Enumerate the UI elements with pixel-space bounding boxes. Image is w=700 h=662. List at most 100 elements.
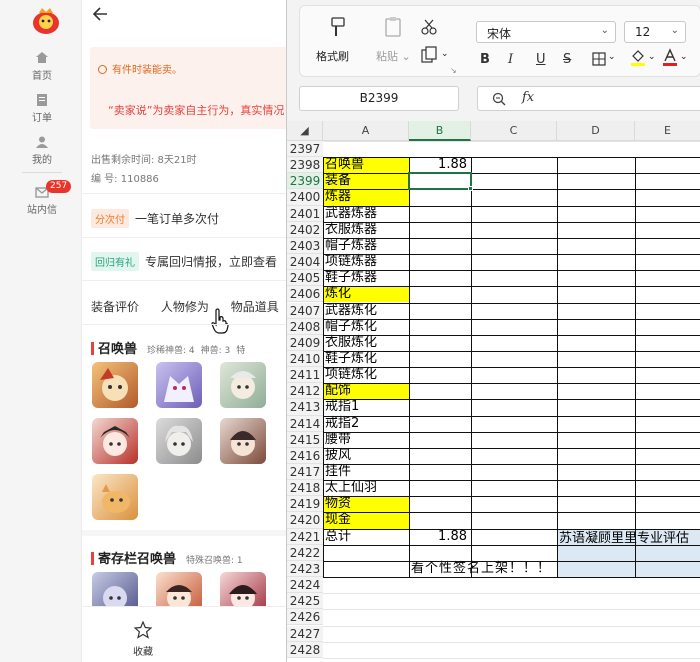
- row-header[interactable]: 2413: [287, 399, 323, 416]
- cell-a[interactable]: 项链炼器: [325, 254, 377, 270]
- cell-a[interactable]: 帽子炼化: [325, 319, 377, 335]
- row-header[interactable]: 2418: [287, 480, 323, 497]
- row-header[interactable]: 2414: [287, 415, 323, 432]
- name-box[interactable]: B2399: [299, 86, 459, 111]
- cell-a[interactable]: 炼化: [325, 286, 351, 302]
- cell-a[interactable]: 戒指2: [325, 416, 359, 432]
- pet-portrait[interactable]: [156, 362, 202, 408]
- font-name-select[interactable]: 宋体 ⌄: [476, 21, 616, 43]
- pet-portrait[interactable]: [220, 362, 266, 408]
- row-header[interactable]: 2399: [287, 173, 323, 190]
- row-header[interactable]: 2404: [287, 254, 323, 271]
- row-header[interactable]: 2402: [287, 221, 323, 238]
- cell-b[interactable]: 1.88: [409, 157, 467, 173]
- bold-button[interactable]: B: [480, 52, 490, 67]
- cell-a[interactable]: 衣服炼器: [325, 222, 377, 238]
- row-header[interactable]: 2408: [287, 318, 323, 335]
- pet-portrait[interactable]: [220, 418, 266, 464]
- cell-a[interactable]: 总计: [325, 529, 351, 545]
- row-header[interactable]: 2428: [287, 641, 323, 658]
- column-header-b[interactable]: B: [409, 121, 471, 141]
- star-icon[interactable]: [134, 621, 152, 639]
- cell-a[interactable]: 炼器: [325, 189, 351, 205]
- cell-a[interactable]: 衣服炼化: [325, 335, 377, 351]
- nav-orders[interactable]: 订单: [14, 94, 70, 124]
- cell-a[interactable]: 配饰: [325, 383, 351, 399]
- copy-icon[interactable]: [420, 46, 438, 64]
- row-header[interactable]: 2415: [287, 431, 323, 448]
- back-arrow-icon[interactable]: [92, 6, 108, 22]
- format-painter-icon[interactable]: [326, 16, 348, 38]
- select-all-corner[interactable]: ◢: [287, 121, 323, 141]
- tab-items[interactable]: 物品道具: [231, 300, 279, 314]
- strikethrough-button[interactable]: S: [563, 52, 571, 67]
- cell-a[interactable]: 挂件: [325, 464, 351, 480]
- italic-button[interactable]: I: [508, 52, 513, 67]
- pet-portrait[interactable]: [92, 362, 138, 408]
- sheet-grid[interactable]: ◢ A B C D E 2397 2398 召唤兽 1.88 2399 装备 2400 炼器 2401 武器炼…: [287, 121, 700, 662]
- column-header-d[interactable]: D: [557, 121, 635, 141]
- row-header[interactable]: 2424: [287, 577, 323, 594]
- row-header[interactable]: 2397: [287, 141, 323, 158]
- cell-a[interactable]: 帽子炼器: [325, 238, 377, 254]
- row-header[interactable]: 2426: [287, 609, 323, 626]
- row-header[interactable]: 2412: [287, 383, 323, 400]
- clipboard-expand-icon[interactable]: ↘: [450, 66, 457, 75]
- nav-home[interactable]: 首页: [14, 52, 70, 82]
- nav-mine[interactable]: 我的: [14, 136, 70, 166]
- pet-portrait[interactable]: [92, 474, 138, 520]
- font-size-select[interactable]: 12 ⌄: [624, 21, 686, 43]
- tab-equipment[interactable]: 装备评价: [91, 300, 139, 314]
- row-header[interactable]: 2400: [287, 189, 323, 206]
- pet-portrait[interactable]: [156, 418, 202, 464]
- cell-a[interactable]: 披风: [325, 448, 351, 464]
- paste-icon[interactable]: [382, 16, 404, 38]
- tab-cultivation[interactable]: 人物修为: [161, 300, 209, 314]
- borders-icon[interactable]: [592, 52, 606, 66]
- cell-a[interactable]: 戒指1: [325, 399, 359, 415]
- column-header-a[interactable]: A: [323, 121, 409, 141]
- borders-chevron-icon[interactable]: ⌄: [608, 52, 616, 62]
- row-header[interactable]: 2416: [287, 447, 323, 464]
- cell-a[interactable]: 太上仙羽: [325, 480, 377, 496]
- fill-color-chevron-icon[interactable]: ⌄: [648, 52, 656, 62]
- cell-a[interactable]: 装备: [325, 173, 351, 189]
- row-header[interactable]: 2407: [287, 302, 323, 319]
- pet-portrait[interactable]: [92, 418, 138, 464]
- row-header[interactable]: 2420: [287, 512, 323, 529]
- row-header[interactable]: 2417: [287, 464, 323, 481]
- zoom-icon[interactable]: [492, 92, 506, 106]
- row-header[interactable]: 2406: [287, 286, 323, 303]
- installment-row[interactable]: 分次付 一笔订单多次付: [91, 209, 219, 228]
- row-header[interactable]: 2411: [287, 367, 323, 384]
- row-header[interactable]: 2410: [287, 350, 323, 368]
- cell-a[interactable]: 物资: [325, 496, 351, 512]
- font-color-icon[interactable]: [662, 48, 678, 66]
- fill-handle[interactable]: [468, 186, 473, 192]
- row-header[interactable]: 2405: [287, 270, 323, 287]
- fx-icon[interactable]: fx: [522, 90, 534, 105]
- font-color-chevron-icon[interactable]: ⌄: [680, 52, 688, 62]
- return-gift-row[interactable]: 回归有礼 专属回归情报，立即查看: [91, 252, 277, 271]
- cell-a[interactable]: 武器炼器: [325, 206, 377, 222]
- column-header-c[interactable]: C: [471, 121, 557, 141]
- cell-a[interactable]: 腰带: [325, 432, 351, 448]
- cell-b[interactable]: 1.88: [409, 529, 467, 545]
- cell-a[interactable]: 现金: [325, 512, 351, 528]
- cell-a[interactable]: 武器炼化: [325, 303, 377, 319]
- formula-bar[interactable]: fx: [477, 86, 700, 111]
- row-header[interactable]: 2401: [287, 205, 323, 222]
- cell-a[interactable]: 鞋子炼化: [325, 351, 377, 367]
- underline-button[interactable]: U: [536, 52, 546, 67]
- cell-a[interactable]: 召唤兽: [325, 157, 364, 173]
- copy-dropdown-chevron-icon[interactable]: ⌄: [441, 49, 449, 59]
- fill-color-icon[interactable]: [630, 48, 646, 66]
- row-header[interactable]: 2419: [287, 496, 323, 513]
- row-header[interactable]: 2409: [287, 334, 323, 351]
- cell-selection[interactable]: [408, 172, 472, 191]
- scissors-icon[interactable]: [420, 18, 438, 36]
- row-header[interactable]: 2423: [287, 560, 323, 578]
- row-header[interactable]: 2425: [287, 593, 323, 610]
- row-header[interactable]: 2403: [287, 237, 323, 255]
- cell-a[interactable]: 项链炼化: [325, 367, 377, 383]
